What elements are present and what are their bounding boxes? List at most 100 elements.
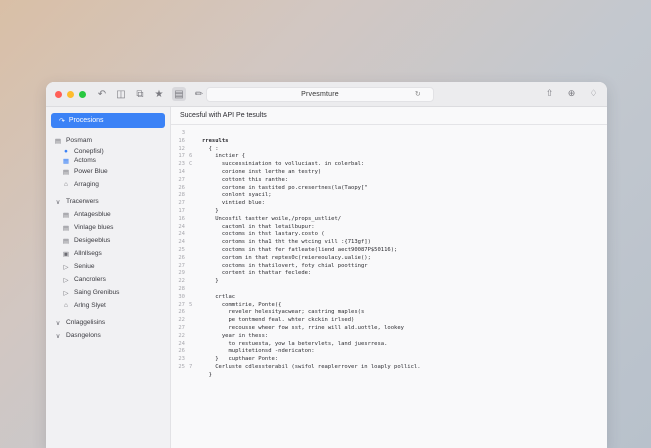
sidebar-item-label: Arlng Slyet [74,302,106,309]
line-marker [189,325,202,333]
line-text: year in thess: [202,332,269,339]
code-line: 27 vintied blue: [171,200,607,208]
line-marker [189,263,202,271]
line-number: 27 [178,301,185,308]
share-icon[interactable]: ⇧ [544,88,555,99]
line-marker [189,341,202,349]
zoom-icon[interactable]: ⊕ [566,88,577,99]
line-text: cortone in tastited po.cresertnes(la(Tao… [202,184,368,191]
line-marker: 5 [189,301,193,308]
line-marker [189,356,202,364]
toolbar-left: ↶ ◫ ⧉ ★ ▤ ✏ [96,87,205,101]
extensions-icon[interactable]: ★ [153,88,165,100]
tag-icon: ⌂ [64,302,68,309]
arrow-icon: ↷ [59,117,65,125]
sidebar-item-label: Posmam [66,137,93,144]
code-line: 24 to restuesta, yow la betervlets, land… [171,341,607,349]
sidebar-item[interactable]: ▤ Power Blue [46,165,170,178]
code-line: 26 reveler helesityacwear; castring mapl… [171,309,607,317]
line-number: 24 [178,231,185,238]
line-number: 27 [178,262,185,269]
folder-icon: ▤ [54,137,62,145]
sidebar-item-procesions[interactable]: ↷ Procesions [51,113,165,128]
chevron-down-icon: ∨ [55,319,61,327]
reader-icon[interactable]: ▤ [172,87,186,101]
line-number: 26 [178,348,185,355]
chevron-down-icon: ∨ [55,198,61,206]
sidebar-item[interactable]: ▤ Antagesblue [46,208,170,221]
sidebar-item-label: Allnllsegs [74,250,102,257]
sidebar-item[interactable]: ▤ Posmam [46,134,170,147]
chevron-right-icon: ▷ [63,263,69,271]
line-text: } [202,371,212,378]
close-window-button[interactable] [55,90,62,98]
line-text: recousse wheer fow sst, rrine will ald.u… [202,324,404,331]
line-number: 17 [178,153,185,160]
sidebar-icon[interactable]: ◫ [115,88,127,100]
line-text: cortom in that reptes0c(reiereoulacy.ual… [202,254,371,261]
code-line: 27 cottont this ranthe: [171,177,607,185]
sidebar-item[interactable]: ▣ Allnllsegs [46,247,170,260]
sidebar-item[interactable]: ⌂ Arraging [46,178,170,191]
line-number: 25 [178,363,185,370]
reload-icon[interactable]: ↻ [415,90,421,98]
doc-icon: ▤ [62,211,70,219]
address-bar-title: Prvesmture [301,91,339,98]
sidebar-item[interactable]: ▷ Cancrolers [46,273,170,286]
line-text: Cerluste cdlessterabil (swifol reaplerro… [202,363,421,370]
line-marker [189,239,202,247]
line-text: } [202,278,219,285]
line-text: } [202,207,219,214]
user-icon: ▣ [62,250,70,258]
sidebar-item[interactable]: ▤ Vinlage blues [46,221,170,234]
line-marker [189,216,202,224]
chevron-down-icon: ∨ [55,332,61,340]
line-text: vintied blue: [202,200,265,207]
minimize-window-button[interactable] [67,90,74,98]
line-marker [189,231,202,239]
zoom-window-button[interactable] [79,90,86,98]
code-line: 25 coctoms in that fer fatleate(liend ae… [171,247,607,255]
line-marker [189,177,202,185]
content-header: Sucesful with API Pe tesults [171,107,607,125]
sidebar-item[interactable]: ▦ Actoms [46,156,170,165]
code-line: 17 } [171,208,607,216]
line-number: 24 [178,223,185,230]
sidebar-item[interactable]: ∨ Cnlaggelisins [46,316,170,329]
line-text: commtirie, Ponte({ [202,301,282,308]
sidebar-item[interactable]: ∨ Dasngelons [46,329,170,342]
line-number: 27 [178,324,185,331]
code-line: 25 7 Cerluste cdlessterabil (swifol reapl… [171,364,607,372]
line-number: 17 [178,207,185,214]
code-view[interactable]: 3 16 rresults 12 { :17 6 inctier {23 C succes… [171,125,607,380]
code-line: 24 coctoms in thst lastary.costo ( [171,231,607,239]
line-number: 28 [178,285,185,292]
line-text: successiniation to volluciast. in colerb… [202,161,365,168]
sidebar-item[interactable]: ▷ Seniue [46,260,170,273]
code-line: 27 coctoms in thatilovert, foty chial po… [171,263,607,271]
lock-icon[interactable]: ♢ [588,88,599,99]
sidebar-item[interactable]: ● Conepfisl) [46,147,170,156]
line-number: 16 [178,215,185,222]
line-marker [189,270,202,278]
sidebar-item-label: Actoms [74,157,96,164]
line-number: 23 [178,161,185,168]
sidebar-item[interactable]: ▤ Desigeeblus [46,234,170,247]
address-bar[interactable]: Prvesmture ↻ [206,87,434,102]
line-marker [189,372,202,380]
sidebar-item[interactable]: ⌂ Arlng Slyet [46,299,170,312]
edit-icon[interactable]: ✏ [193,88,205,100]
sidebar-item[interactable]: ▷ Saing Grenibus [46,286,170,299]
title-bar: ↶ ◫ ⧉ ★ ▤ ✏ Prvesmture ↻ ⇧ ⊕ ♢ [46,82,607,107]
window-icon[interactable]: ⧉ [134,88,146,100]
line-text: } cupthaer Ponte: [202,356,279,363]
back-icon[interactable]: ↶ [96,88,108,100]
code-line: 22 } [171,278,607,286]
dot-icon: ● [64,148,68,155]
line-text: pe tontmend feal. whter ckckin irlsed) [202,317,355,324]
sidebar-item[interactable]: ∨ Tracerwers [46,195,170,208]
line-text: to restuesta, yow la betervlets, land ju… [202,340,388,347]
sidebar-item-label: Antagesblue [74,211,111,218]
doc-icon: ▤ [62,168,70,176]
line-number: 26 [178,254,185,261]
